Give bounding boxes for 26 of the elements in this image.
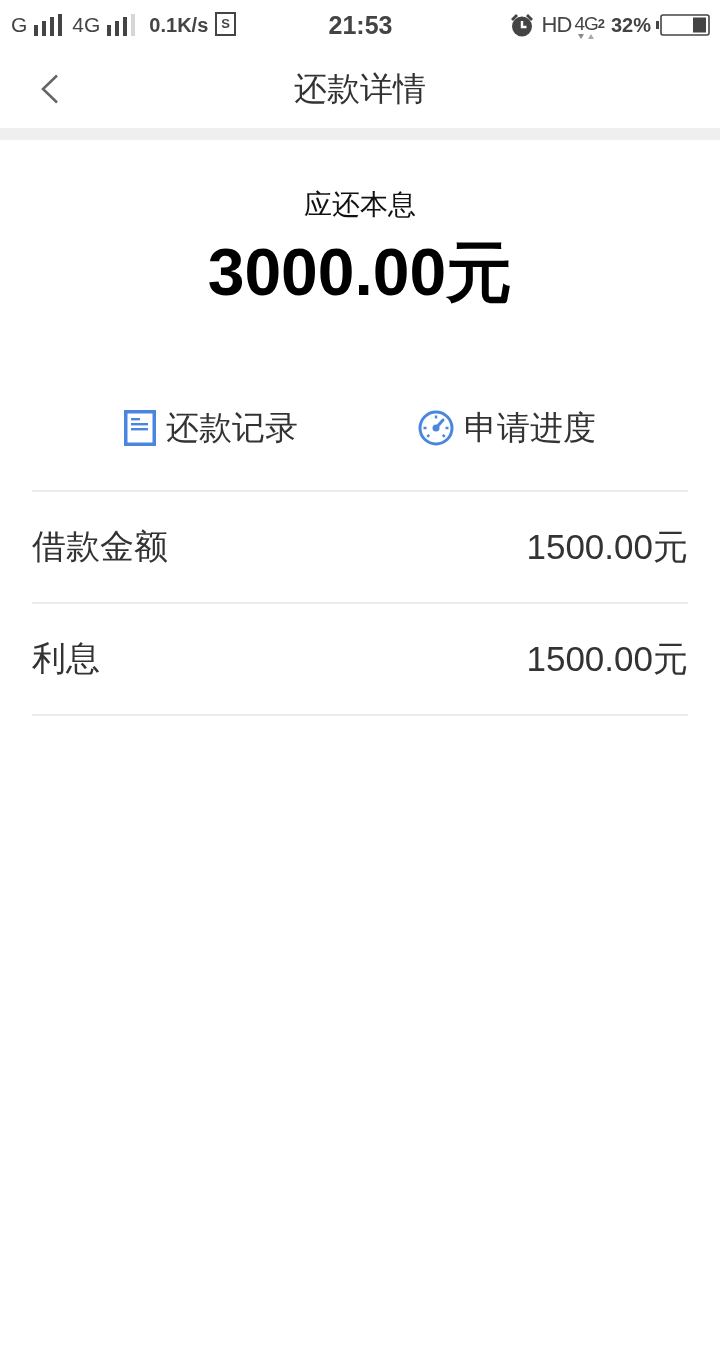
network-type: 4G xyxy=(72,13,101,37)
network-type: G xyxy=(11,13,28,37)
document-icon xyxy=(124,410,156,446)
gauge-icon xyxy=(418,410,454,446)
data-activity-icon xyxy=(578,34,595,40)
detail-value: 1500.00元 xyxy=(526,525,688,568)
battery-icon xyxy=(656,14,710,36)
status-time: 21:53 xyxy=(328,10,393,40)
hd-indicator: HD xyxy=(541,12,572,38)
page-title: 还款详情 xyxy=(294,68,426,109)
battery-percent: 32% xyxy=(610,13,651,37)
alarm-clock-icon xyxy=(509,13,534,37)
notification-badge: S xyxy=(215,12,236,36)
action-link[interactable]: 申请进度 xyxy=(418,398,596,458)
signal-icon xyxy=(34,14,63,36)
sim-slot-number: 2 xyxy=(597,15,605,31)
amount-value: 3000.00元 xyxy=(207,234,513,311)
data-network-type: 4G xyxy=(574,14,598,33)
back-icon[interactable] xyxy=(41,74,59,104)
detail-label: 借款金额 xyxy=(32,526,168,567)
action-link[interactable]: 还款记录 xyxy=(124,398,298,458)
detail-label: 利息 xyxy=(32,638,100,679)
amount-label: 应还本息 xyxy=(304,188,416,222)
signal-icon xyxy=(107,14,136,36)
network-speed: 0.1K/s xyxy=(149,13,209,37)
detail-value: 1500.00元 xyxy=(526,637,688,680)
